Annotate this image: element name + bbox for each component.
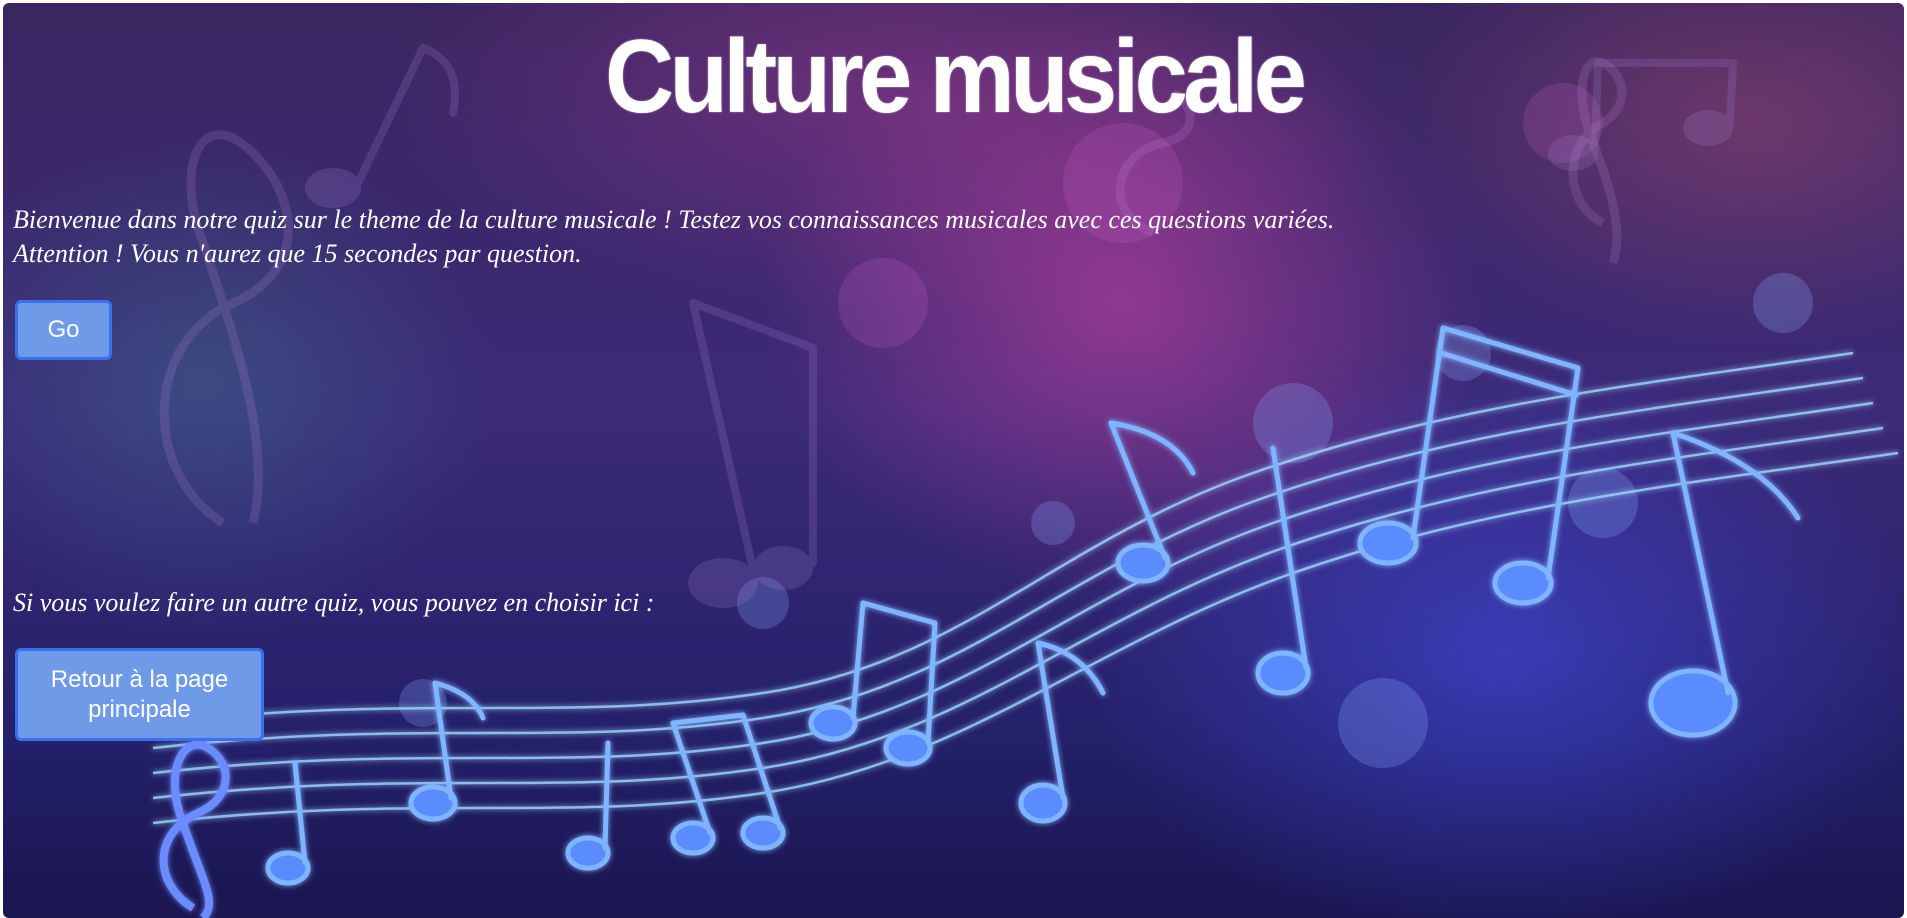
page-title: Culture musicale <box>604 19 1307 135</box>
intro-line-1: Bienvenue dans notre quiz sur le theme d… <box>13 205 1335 234</box>
back-to-main-page-button[interactable]: Retour à la page principale <box>15 648 264 741</box>
intro-text: Bienvenue dans notre quiz sur le theme d… <box>13 203 1713 271</box>
music-background-image <box>152 44 1899 918</box>
intro-line-2: Attention ! Vous n'aurez que 15 secondes… <box>13 239 582 268</box>
go-button[interactable]: Go <box>15 300 112 360</box>
quiz-page: Culture musicale Bienvenue dans notre qu… <box>3 3 1904 918</box>
other-quiz-text: Si vous voulez faire un autre quiz, vous… <box>13 588 655 617</box>
